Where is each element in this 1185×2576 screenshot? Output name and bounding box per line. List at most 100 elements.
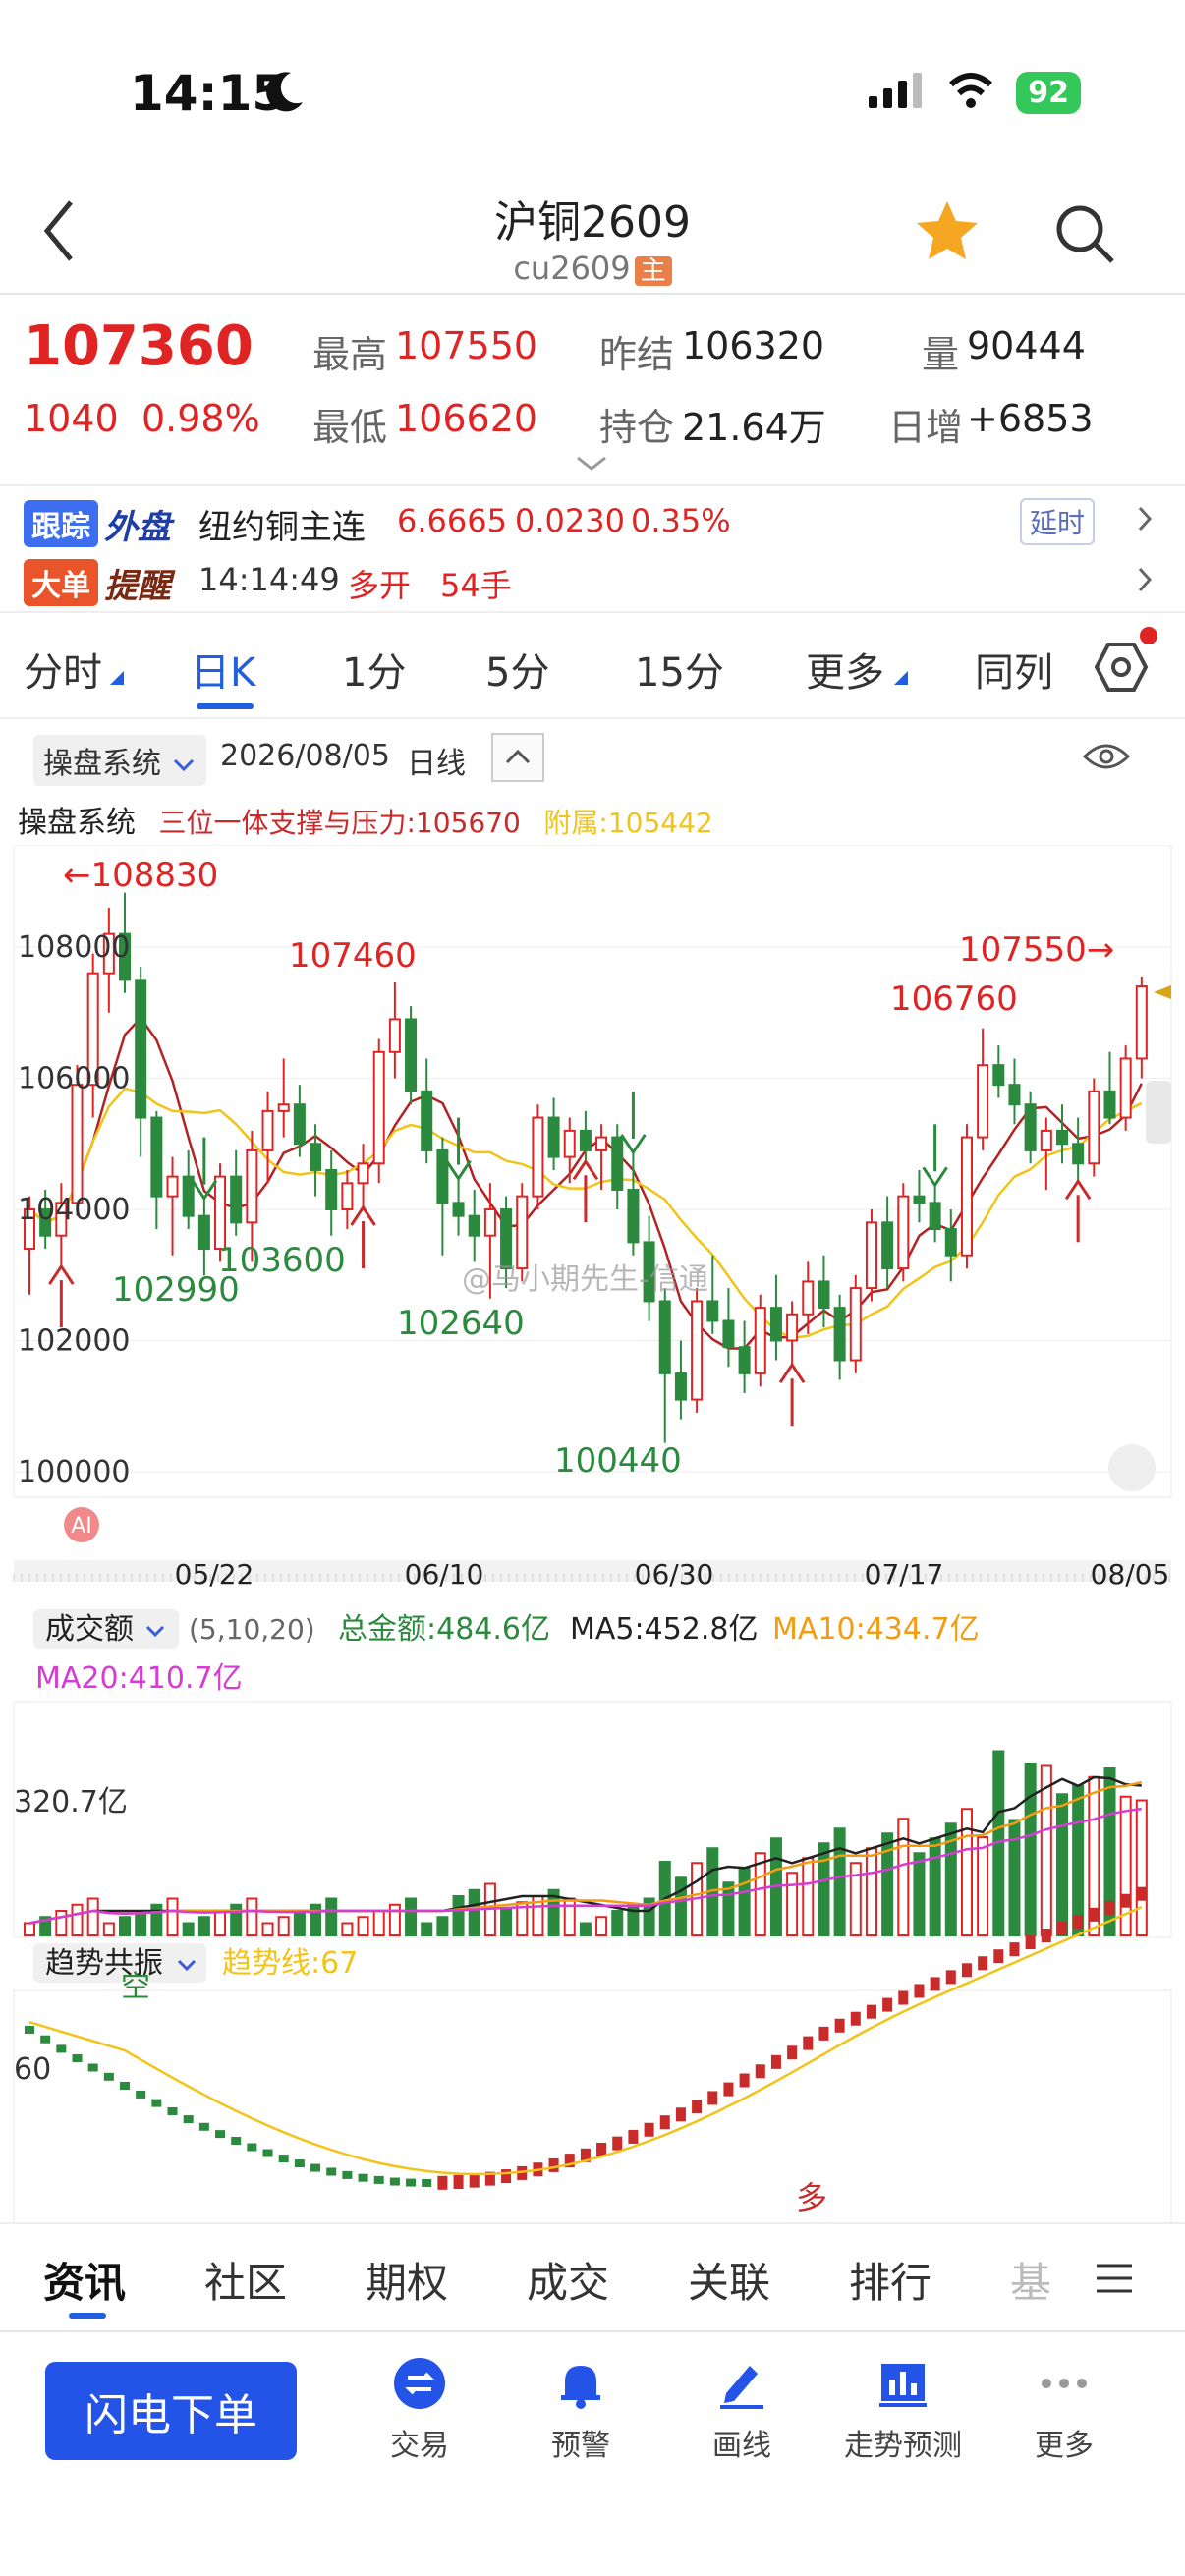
- volume-bar: [293, 1910, 306, 1936]
- date-label: 06/30: [635, 1558, 714, 1591]
- candle-body: [706, 1300, 719, 1322]
- volume-bar: [150, 1903, 163, 1936]
- trend-step: [310, 2163, 321, 2172]
- system-selector[interactable]: 操盘系统: [33, 735, 206, 786]
- trade-action[interactable]: 交易: [336, 2356, 503, 2464]
- candle-body: [1040, 1129, 1052, 1151]
- candle-body: [214, 1175, 227, 1251]
- tab-ranking[interactable]: 排行: [849, 2250, 931, 2310]
- volume-total: 总金额:484.6亿: [338, 1612, 550, 1647]
- trend-step: [1056, 1921, 1067, 1935]
- volume-ma20: MA20:410.7亿: [35, 1661, 243, 1696]
- candle-body: [1008, 1084, 1021, 1106]
- book-chart-icon: [879, 2364, 927, 2407]
- candle-body: [405, 1018, 418, 1092]
- search-button[interactable]: [1053, 202, 1116, 269]
- candle-body: [849, 1287, 862, 1362]
- volume-bar: [1040, 1764, 1052, 1936]
- candle-body: [579, 1129, 592, 1151]
- trend-step: [993, 1949, 1004, 1964]
- trend-step: [628, 2129, 639, 2144]
- volume-ma10: MA10:434.7亿: [772, 1612, 980, 1647]
- volume-bar: [1072, 1784, 1085, 1936]
- big-order-tag: 大单: [24, 559, 98, 606]
- menu-icon[interactable]: [1095, 2262, 1134, 2299]
- tab-compare[interactable]: 同列: [975, 641, 1053, 698]
- trend-step: [389, 2177, 400, 2186]
- candle-body: [277, 1103, 290, 1112]
- candle-body: [293, 1103, 306, 1146]
- eye-icon[interactable]: [1082, 741, 1131, 776]
- chart-date: 2026/08/05: [220, 739, 390, 773]
- tab-15min[interactable]: 15分: [635, 641, 724, 698]
- settings-hexagon-icon[interactable]: [1093, 639, 1150, 700]
- trend-step: [675, 2107, 686, 2122]
- forecast-action[interactable]: 走势预测: [819, 2356, 987, 2464]
- volume-bar: [436, 1916, 449, 1936]
- high-value: 107550: [395, 324, 538, 367]
- overseas-change: 0.0230: [515, 502, 625, 539]
- tab-fundamentals[interactable]: 基: [1010, 2250, 1051, 2310]
- candle-body: [547, 1116, 560, 1158]
- tab-intraday[interactable]: 分时: [24, 641, 102, 698]
- trend-step: [850, 2011, 861, 2026]
- trend-step: [24, 2026, 35, 2034]
- peak-annotation: 107460: [289, 936, 417, 976]
- alert-action-btn[interactable]: 预警: [497, 2356, 664, 2464]
- star-icon: [917, 201, 978, 259]
- trend-step: [1041, 1929, 1051, 1943]
- quick-order-button[interactable]: 闪电下单: [45, 2362, 297, 2460]
- tab-more[interactable]: 更多: [806, 641, 884, 698]
- tab-trades[interactable]: 成交: [527, 2250, 609, 2310]
- candle-body: [325, 1168, 338, 1211]
- info-tabs: 资讯 社区 期权 成交 关联 排行 基: [0, 2222, 1185, 2330]
- volume-bar: [865, 1847, 877, 1936]
- candle-body: [691, 1300, 704, 1401]
- draw-label: 画线: [712, 2429, 771, 2463]
- draw-action[interactable]: 画线: [658, 2356, 825, 2464]
- candle-body: [1072, 1143, 1085, 1165]
- tab-community[interactable]: 社区: [204, 2250, 287, 2310]
- signal-icon: [867, 71, 926, 114]
- candle-body: [611, 1136, 624, 1191]
- trend-step: [262, 2149, 273, 2157]
- watermark: @马小期先生-信通: [462, 1262, 708, 1297]
- volume-bar: [388, 1903, 401, 1936]
- period-tabs: 分时 日K 1分 5分 15分 更多 同列: [0, 611, 1185, 719]
- candle-body: [833, 1307, 846, 1362]
- tab-1min[interactable]: 1分: [342, 641, 406, 698]
- tab-news[interactable]: 资讯: [43, 2250, 126, 2310]
- trend-step: [787, 2045, 798, 2060]
- trend-step: [978, 1956, 988, 1971]
- big-order-alert-row[interactable]: 大单 提醒 14:14:49 多开 54手: [0, 549, 1185, 610]
- trend-step: [803, 2036, 814, 2050]
- trade-icon: [394, 2358, 445, 2409]
- quote-panel: 107360 1040 0.98% 最高 107550 最低 106620 昨结…: [0, 295, 1185, 486]
- kline-chart[interactable]: 108000 106000 104000 102000 100000 ←108830 107…: [0, 845, 1185, 2240]
- more-action[interactable]: 更多: [981, 2356, 1148, 2464]
- candle-body: [658, 1300, 671, 1374]
- trend-step: [120, 2081, 131, 2090]
- overseas-track-row[interactable]: 跟踪 外盘 纽约铜主连 6.6665 0.0230 0.35% 延时: [0, 488, 1185, 549]
- candle-body: [1135, 985, 1148, 1060]
- candle-body: [1088, 1090, 1100, 1165]
- volume-label: 量: [922, 333, 960, 376]
- trend-step: [40, 2035, 51, 2044]
- trend-step: [914, 1984, 925, 1998]
- candle-body: [738, 1346, 751, 1374]
- collapse-button[interactable]: [491, 733, 544, 782]
- trend-step: [294, 2159, 305, 2168]
- candle-body: [897, 1195, 910, 1270]
- tab-related[interactable]: 关联: [688, 2250, 770, 2310]
- candle-body: [135, 979, 147, 1119]
- favorite-button[interactable]: [914, 198, 981, 267]
- tab-daily-k[interactable]: 日K: [191, 641, 255, 698]
- track-tag: 跟踪: [24, 500, 98, 547]
- tab-options[interactable]: 期权: [366, 2250, 448, 2310]
- main-contract-badge: 主: [634, 256, 672, 286]
- tab-5min[interactable]: 5分: [485, 641, 549, 698]
- trend-step: [1073, 1914, 1084, 1929]
- volume-bar: [55, 1910, 68, 1936]
- expand-chevron-icon[interactable]: [574, 454, 609, 477]
- trend-step: [898, 1990, 909, 2005]
